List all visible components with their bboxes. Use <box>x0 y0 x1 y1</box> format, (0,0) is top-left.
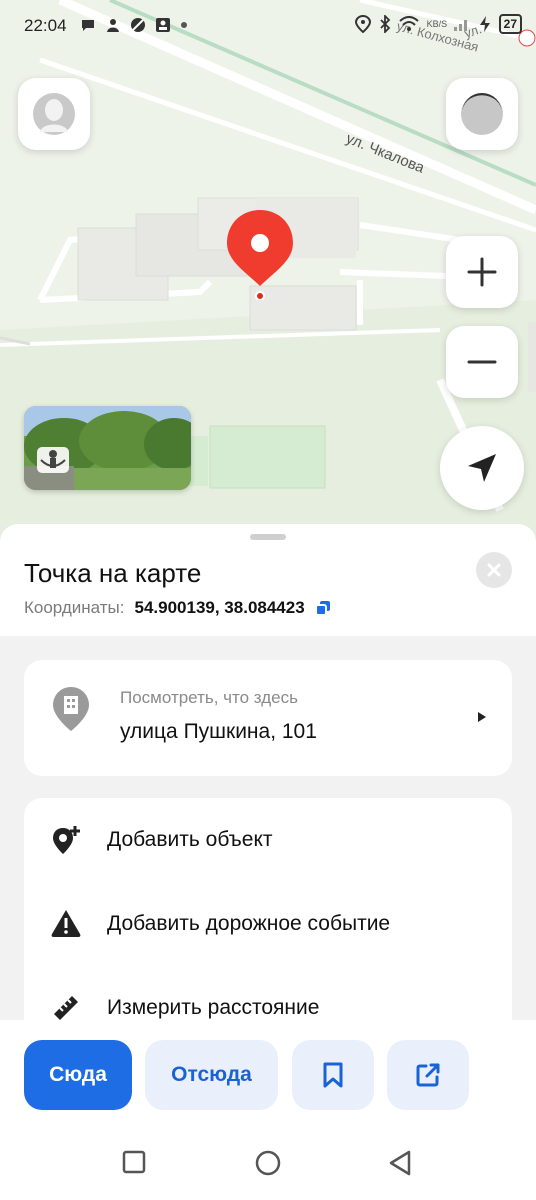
battery-level: 27 <box>498 14 522 34</box>
add-road-event-action[interactable]: Добавить дорожное событие <box>24 882 512 966</box>
recents-icon[interactable] <box>122 1150 146 1174</box>
navigation-arrow-icon <box>468 454 496 482</box>
home-icon[interactable] <box>255 1150 281 1176</box>
coordinates-label: Координаты: <box>24 598 125 617</box>
system-nav-bar <box>0 1120 536 1200</box>
zoom-in-button[interactable] <box>446 236 518 308</box>
status-bar: 22:04 KB/S 27 <box>0 0 536 54</box>
contact-card-icon <box>156 18 170 32</box>
profile-avatar-button[interactable] <box>18 78 90 150</box>
coordinates-value[interactable]: 54.900139, 38.084423 <box>135 598 305 618</box>
layers-icon <box>461 93 503 135</box>
close-icon <box>487 563 501 577</box>
minus-icon <box>467 360 497 364</box>
bluetooth-icon <box>380 15 390 33</box>
charging-icon <box>479 16 490 32</box>
whats-here-card[interactable]: Посмотреть, что здесь улица Пушкина, 101 <box>24 660 512 776</box>
add-object-label: Добавить объект <box>107 828 273 851</box>
zoom-out-button[interactable] <box>446 326 518 398</box>
back-icon[interactable] <box>388 1150 412 1176</box>
my-location-button[interactable] <box>440 426 524 510</box>
measure-distance-label: Измерить расстояние <box>107 996 320 1019</box>
share-icon <box>416 1063 440 1087</box>
wifi-icon <box>398 16 419 31</box>
chevron-right-icon <box>478 712 486 722</box>
whats-here-subtitle: Посмотреть, что здесь <box>120 688 298 707</box>
whats-here-address: улица Пушкина, 101 <box>120 720 317 743</box>
map-view[interactable]: ул. Чкалова ул. Колхозная ул. <box>0 0 536 540</box>
map-layers-button[interactable] <box>446 78 518 150</box>
building-pin-icon <box>53 687 89 731</box>
place-card-header: Точка на карте Координаты: 54.900139, 38… <box>0 524 536 636</box>
person-icon <box>107 19 119 32</box>
bookmark-button[interactable] <box>292 1040 374 1110</box>
route-buttons-bar: Сюда Отсюда <box>0 1020 536 1120</box>
place-title: Точка на карте <box>24 558 202 588</box>
add-place-icon <box>53 826 80 854</box>
route-here-button[interactable]: Сюда <box>24 1040 132 1110</box>
add-object-action[interactable]: Добавить объект <box>24 798 512 882</box>
route-from-button[interactable]: Отсюда <box>145 1040 278 1110</box>
share-button[interactable] <box>387 1040 469 1110</box>
chat-icon <box>82 20 94 31</box>
copy-icon[interactable] <box>314 600 331 616</box>
status-time: 22:04 <box>24 16 67 35</box>
dot-icon <box>181 22 187 28</box>
warning-icon <box>51 910 81 937</box>
sheet-drag-handle[interactable] <box>250 534 286 540</box>
bookmark-icon <box>323 1062 343 1088</box>
location-icon <box>354 15 371 33</box>
network-speed: KB/S <box>426 18 448 29</box>
location-pin-icon <box>225 208 295 301</box>
coordinates-row: Координаты: 54.900139, 38.084423 <box>24 598 331 618</box>
panorama-icon <box>37 447 69 473</box>
signal-icon <box>453 20 467 31</box>
actions-card: Добавить объект Добавить дорожное событи… <box>24 798 512 1058</box>
plus-icon <box>467 257 497 287</box>
add-road-event-label: Добавить дорожное событие <box>107 912 391 935</box>
blocked-icon <box>131 18 145 32</box>
panorama-preview[interactable] <box>24 406 191 490</box>
avatar-icon <box>33 93 75 135</box>
close-button[interactable] <box>476 552 512 588</box>
